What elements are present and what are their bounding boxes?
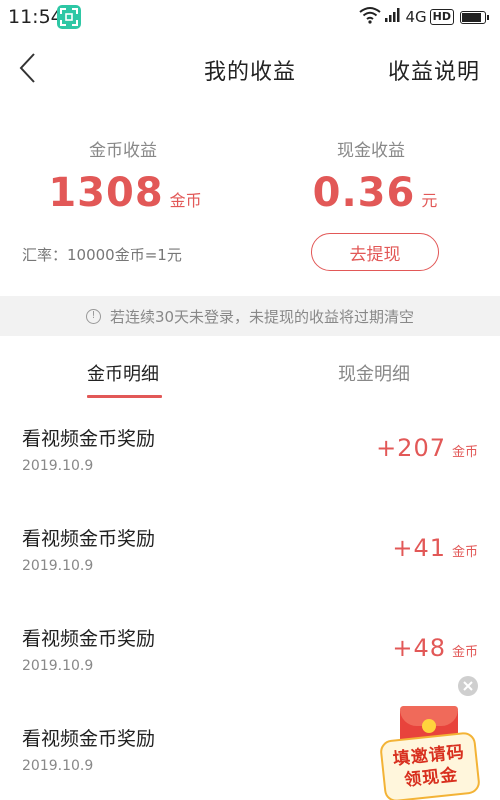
promo-close-button[interactable]	[458, 676, 478, 696]
nav-bar: 我的收益 收益说明	[0, 36, 500, 100]
info-icon: !	[85, 308, 101, 324]
record-value: +48	[392, 634, 446, 662]
coin-earnings-label: 金币收益	[89, 141, 157, 161]
record-unit: 金币	[451, 445, 478, 460]
record-value: +41	[392, 534, 446, 562]
record-title: 看视频金币奖励	[22, 628, 156, 650]
coin-amount: 1308	[48, 170, 164, 216]
list-item[interactable]: 看视频金币奖励 2019.10.9 +41 金币	[0, 502, 500, 602]
record-date: 2019.10.9	[22, 658, 94, 674]
active-tab-indicator	[87, 395, 162, 398]
cash-amount: 0.36	[312, 170, 416, 216]
promo-line-2: 领现金	[403, 765, 460, 791]
cash-unit: 元	[421, 191, 438, 210]
cash-earnings-panel: 现金收益 0.36 元 去提现	[250, 100, 500, 296]
record-unit: 金币	[451, 645, 478, 660]
coin-earnings-panel: 金币收益 1308 金币 汇率：10000金币=1元	[0, 100, 250, 296]
withdraw-button[interactable]: 去提现	[311, 233, 439, 271]
record-amount: +207 金币	[376, 434, 478, 462]
status-time: 11:54	[8, 6, 63, 28]
earnings-help-link[interactable]: 收益说明	[388, 54, 480, 86]
cash-amount-row: 0.36 元	[250, 170, 500, 216]
close-icon	[463, 681, 473, 691]
hd-badge: HD	[429, 9, 454, 25]
record-date: 2019.10.9	[22, 758, 94, 774]
scan-app-icon	[57, 5, 81, 29]
record-title: 看视频金币奖励	[22, 428, 156, 450]
record-value: +207	[376, 434, 446, 462]
record-title: 看视频金币奖励	[22, 728, 156, 750]
battery-level	[462, 12, 481, 22]
record-unit: 金币	[451, 545, 478, 560]
list-item[interactable]: 看视频金币奖励 2019.10.9 +207 金币	[0, 402, 500, 502]
coin-unit: 金币	[169, 191, 202, 210]
earnings-summary: 金币收益 1308 金币 汇率：10000金币=1元 现金收益 0.36 元 去…	[0, 100, 500, 296]
detail-tabs: 金币明细 现金明细	[0, 336, 500, 402]
status-indicators: 4G HD	[359, 6, 489, 28]
record-amount: +41 金币	[392, 534, 478, 562]
record-amount: +48 金币	[392, 634, 478, 662]
signal-icon	[384, 7, 402, 27]
tab-cash-details[interactable]: 现金明细	[338, 360, 410, 386]
battery-icon	[460, 10, 489, 24]
exchange-rate: 汇率：10000金币=1元	[22, 246, 182, 264]
invite-code-promo[interactable]: 填邀请码 领现金	[378, 676, 496, 800]
tab-coin-details[interactable]: 金币明细	[87, 360, 159, 386]
wifi-icon	[359, 6, 382, 28]
notice-text: 若连续30天未登录，未提现的收益将过期清空	[109, 307, 415, 326]
network-type: 4G	[405, 8, 427, 26]
status-bar: 11:54 4G HD	[0, 0, 500, 36]
coin-amount-row: 1308 金币	[0, 170, 250, 216]
record-date: 2019.10.9	[22, 458, 94, 474]
record-date: 2019.10.9	[22, 558, 94, 574]
cash-earnings-label: 现金收益	[337, 141, 405, 161]
expiry-notice: ! 若连续30天未登录，未提现的收益将过期清空	[0, 296, 500, 336]
record-title: 看视频金币奖励	[22, 528, 156, 550]
promo-banner: 填邀请码 领现金	[379, 731, 481, 800]
